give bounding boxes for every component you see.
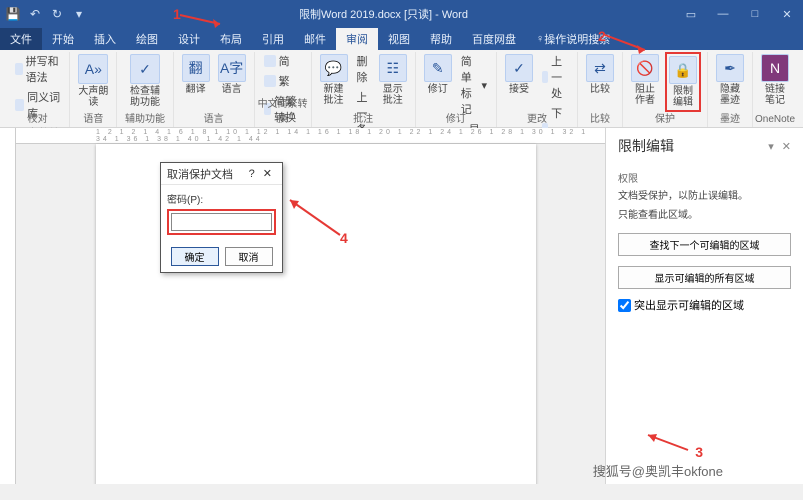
- tab-baidunetdisk[interactable]: 百度网盘: [462, 28, 526, 50]
- group-chinese: 简 繁 简繁转换 中文简繁转换: [255, 52, 312, 127]
- ribbon: 拼写和语法 同义词库 字数统计 校对 A»大声朗读 语音 ✓检查辅助功能 辅助功…: [0, 50, 803, 128]
- tab-mailings[interactable]: 邮件: [294, 28, 336, 50]
- new-comment-button[interactable]: 💬新建批注: [318, 52, 350, 108]
- pane-title: 限制编辑: [618, 136, 674, 156]
- pane-section-label: 权限: [618, 170, 791, 185]
- group-speech: A»大声朗读 语音: [70, 52, 117, 127]
- group-onenote: N链接笔记 OneNote: [753, 52, 797, 127]
- group-comments: 💬新建批注 删除 上一条 下一条 ☷显示批注 批注: [312, 52, 416, 127]
- translate-button[interactable]: 翻翻译: [180, 52, 212, 97]
- tab-file[interactable]: 文件: [0, 28, 42, 50]
- group-changes: ✓接受 上一处 下一处 更改: [497, 52, 578, 127]
- group-compare: ⇄比较 比较: [578, 52, 623, 127]
- horizontal-ruler[interactable]: 1 2 1 2 1 4 1 6 1 8 1 10 1 12 1 14 1 16 …: [16, 128, 605, 144]
- group-language: 翻翻译 A字语言 语言: [174, 52, 255, 127]
- spelling-button[interactable]: 拼写和语法: [12, 52, 63, 86]
- window-title: 限制Word 2019.docx [只读] - Word: [86, 6, 681, 22]
- highlight-regions-checkbox[interactable]: 突出显示可编辑的区域: [618, 297, 791, 313]
- pane-text-2: 只能查看此区域。: [618, 208, 791, 223]
- hide-ink-button[interactable]: ✒隐藏墨迹: [714, 52, 746, 108]
- check-accessibility-button[interactable]: ✓检查辅助功能: [123, 52, 166, 110]
- pane-text-1: 文档受保护，以防止误编辑。: [618, 189, 791, 204]
- compare-button[interactable]: ⇄比较: [584, 52, 616, 97]
- block-authors-button[interactable]: 🚫阻止作者: [629, 52, 661, 108]
- dialog-close-icon[interactable]: ✕: [259, 167, 276, 180]
- maximize-button[interactable]: □: [745, 4, 765, 24]
- window-controls: ▭ — □ ✕: [681, 4, 797, 24]
- tab-help[interactable]: 帮助: [420, 28, 462, 50]
- find-next-region-button[interactable]: 查找下一个可编辑的区域: [618, 233, 791, 256]
- tab-view[interactable]: 视图: [378, 28, 420, 50]
- password-label: 密码(P):: [167, 191, 276, 206]
- traditional-button[interactable]: 繁: [261, 72, 305, 90]
- dialog-title: 取消保护文档: [167, 166, 233, 182]
- minimize-button[interactable]: —: [713, 4, 733, 24]
- show-all-regions-button[interactable]: 显示可编辑的所有区域: [618, 266, 791, 289]
- tab-insert[interactable]: 插入: [84, 28, 126, 50]
- display-dropdown[interactable]: 简单标记 ▾: [458, 52, 490, 118]
- tab-design[interactable]: 设计: [168, 28, 210, 50]
- ribbon-tabs: 文件 开始 插入 绘图 设计 布局 引用 邮件 审阅 视图 帮助 百度网盘 ♀ …: [0, 28, 803, 50]
- group-accessibility: ✓检查辅助功能 辅助功能: [117, 52, 173, 127]
- dialog-titlebar[interactable]: 取消保护文档 ? ✕: [161, 163, 282, 185]
- delete-comment-button[interactable]: 删除: [354, 52, 373, 86]
- tab-layout[interactable]: 布局: [210, 28, 252, 50]
- undo-icon[interactable]: ↶: [28, 7, 42, 21]
- vertical-ruler[interactable]: [0, 128, 16, 484]
- accept-button[interactable]: ✓接受: [503, 52, 535, 97]
- ribbon-options-icon[interactable]: ▭: [681, 4, 701, 24]
- ok-button[interactable]: 确定: [171, 247, 219, 266]
- show-comments-button[interactable]: ☷显示批注: [377, 52, 409, 108]
- tab-references[interactable]: 引用: [252, 28, 294, 50]
- tab-review[interactable]: 审阅: [336, 28, 378, 50]
- pane-dropdown-icon[interactable]: ▾: [768, 140, 774, 153]
- qat-dropdown-icon[interactable]: ▾: [72, 7, 86, 21]
- pane-close-icon[interactable]: ✕: [782, 140, 791, 153]
- password-input-highlight: [167, 209, 276, 235]
- group-tracking: ✎修订 简单标记 ▾ 显示标记 审阅窗格 修订: [416, 52, 497, 127]
- simplified-button[interactable]: 简: [261, 52, 305, 70]
- restrict-editing-pane: 限制编辑 ▾ ✕ 权限 文档受保护，以防止误编辑。 只能查看此区域。 查找下一个…: [605, 128, 803, 484]
- linked-notes-button[interactable]: N链接笔记: [759, 52, 791, 108]
- tab-tellme[interactable]: ♀ 操作说明搜索: [526, 28, 620, 50]
- titlebar: 💾 ↶ ↻ ▾ 限制Word 2019.docx [只读] - Word ▭ —…: [0, 0, 803, 28]
- close-button[interactable]: ✕: [777, 4, 797, 24]
- cancel-button[interactable]: 取消: [225, 247, 273, 266]
- dialog-help-icon[interactable]: ?: [245, 168, 259, 180]
- track-changes-button[interactable]: ✎修订: [422, 52, 454, 97]
- password-input[interactable]: [171, 213, 272, 231]
- group-protect: 🚫阻止作者 🔒限制编辑 保护: [623, 52, 708, 127]
- unprotect-document-dialog: 取消保护文档 ? ✕ 密码(P): 确定 取消: [160, 162, 283, 273]
- restrict-editing-button[interactable]: 🔒限制编辑: [665, 52, 701, 112]
- group-ink: ✒隐藏墨迹 墨迹: [708, 52, 753, 127]
- group-label: 校对: [6, 110, 69, 125]
- tab-draw[interactable]: 绘图: [126, 28, 168, 50]
- document-area[interactable]: 1 2 1 2 1 4 1 6 1 8 1 10 1 12 1 14 1 16 …: [16, 128, 605, 484]
- tab-home[interactable]: 开始: [42, 28, 84, 50]
- redo-icon[interactable]: ↻: [50, 7, 64, 21]
- read-aloud-button[interactable]: A»大声朗读: [76, 52, 110, 110]
- language-button[interactable]: A字语言: [216, 52, 248, 97]
- workspace: 1 2 1 2 1 4 1 6 1 8 1 10 1 12 1 14 1 16 …: [0, 128, 605, 484]
- prev-change-button[interactable]: 上一处: [539, 52, 571, 102]
- group-proofing: 拼写和语法 同义词库 字数统计 校对: [6, 52, 70, 127]
- save-icon[interactable]: 💾: [6, 7, 20, 21]
- quick-access-toolbar: 💾 ↶ ↻ ▾: [6, 7, 86, 21]
- watermark: 搜狐号@奥凯丰okfone: [593, 461, 723, 480]
